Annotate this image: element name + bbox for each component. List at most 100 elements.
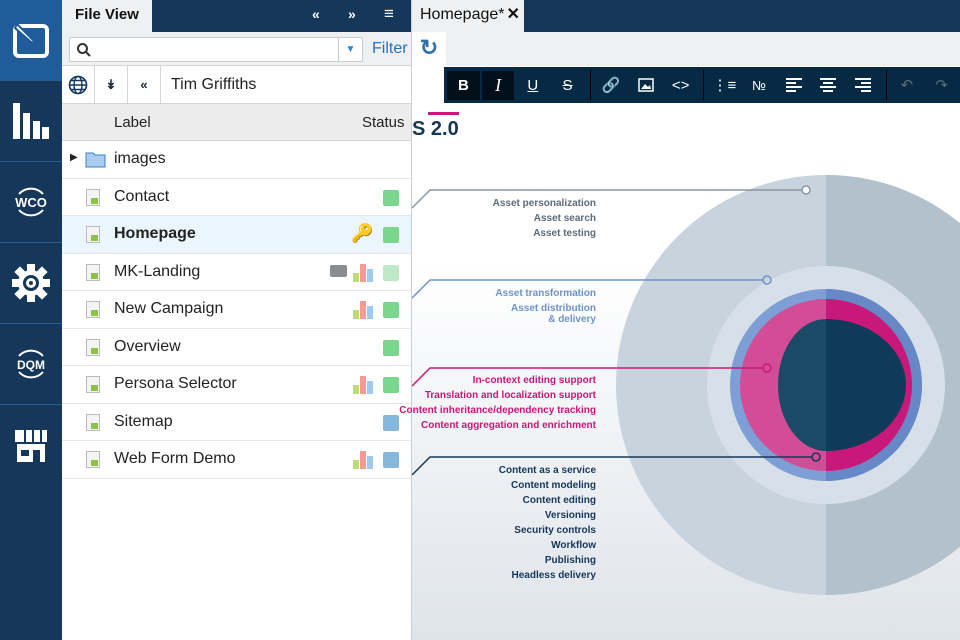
file-label: MK-Landing xyxy=(114,262,201,280)
comment-icon xyxy=(330,264,347,277)
rail-dqm[interactable]: DQM xyxy=(0,324,62,405)
svg-text:WCO: WCO xyxy=(15,195,47,210)
diagram-label: Asset testing xyxy=(533,228,596,239)
status-indicator xyxy=(383,414,399,431)
numbered-list-button[interactable]: № xyxy=(743,71,776,100)
file-label: Contact xyxy=(114,187,170,205)
analytics-icon xyxy=(353,450,373,469)
column-header: Label Status xyxy=(62,104,411,141)
gear-icon xyxy=(12,264,50,302)
diagram-label: Publishing xyxy=(544,555,596,566)
onion-diagram xyxy=(412,175,960,595)
edit-icon xyxy=(13,22,49,58)
rail-settings[interactable] xyxy=(0,243,62,324)
align-center-button[interactable] xyxy=(812,71,845,100)
file-row[interactable]: ▶ images xyxy=(62,141,411,179)
tab-homepage-label: Homepage* xyxy=(420,6,505,23)
file-row[interactable]: Sitemap xyxy=(62,404,411,441)
align-center-icon xyxy=(820,78,837,92)
folder-icon xyxy=(85,152,106,168)
file-row[interactable]: New Campaign xyxy=(62,291,411,329)
reload-button[interactable]: ↻ xyxy=(412,32,446,66)
page-icon xyxy=(86,338,100,356)
expand-arrow-icon[interactable]: ▶ xyxy=(70,152,78,163)
file-list: ▶ images Contact Homepage 🔑 MK-Landing New Cam… xyxy=(62,141,411,479)
file-row[interactable]: Overview xyxy=(62,329,411,366)
code-button[interactable]: <> xyxy=(664,71,697,100)
file-row[interactable]: Contact xyxy=(62,179,411,216)
toolbar-divider xyxy=(703,70,704,100)
diagram-label: Asset personalization xyxy=(492,198,596,209)
diagram-label: Workflow xyxy=(551,540,596,551)
rail-marketplace[interactable] xyxy=(0,405,62,486)
diagram-label: Asset search xyxy=(533,213,596,224)
rail-wco[interactable]: WCO xyxy=(0,162,62,243)
status-indicator xyxy=(383,264,399,281)
analytics-icon xyxy=(353,263,373,282)
diagram-label: Content modeling xyxy=(511,480,596,491)
strikethrough-button[interactable]: S xyxy=(551,71,584,100)
status-indicator xyxy=(383,377,399,393)
file-row[interactable]: Homepage 🔑 xyxy=(62,216,411,254)
wco-icon: WCO xyxy=(15,187,47,217)
editor-tabbar: Homepage* ✕ xyxy=(412,0,960,32)
bold-button[interactable]: B xyxy=(447,70,480,100)
diagram-label: Content aggregation and enrichment xyxy=(420,420,596,431)
file-label: Persona Selector xyxy=(114,375,237,392)
double-chevron-left-icon: « xyxy=(140,77,148,92)
panel-header: File View « » ≡ xyxy=(62,0,411,32)
link-button[interactable]: 🔗 xyxy=(595,71,628,100)
menu-icon[interactable]: ≡ xyxy=(384,4,394,24)
align-right-button[interactable] xyxy=(847,71,880,100)
diagram-label: In-context editing support xyxy=(472,375,596,386)
redo-button[interactable]: ↷ xyxy=(925,71,958,100)
bullet-list-button[interactable]: ⋮≡ xyxy=(708,71,741,100)
file-row[interactable]: MK-Landing xyxy=(62,254,411,291)
diagram-label: Headless delivery xyxy=(511,570,597,581)
diagram-label: Asset transformation xyxy=(495,288,596,299)
page-icon xyxy=(86,413,100,431)
link-icon: 🔗 xyxy=(601,77,621,94)
toolbar-divider xyxy=(885,70,887,100)
dqm-icon: DQM xyxy=(17,349,45,379)
page-icon xyxy=(86,188,100,206)
reload-icon: ↻ xyxy=(419,35,439,60)
filter-link[interactable]: Filter xyxy=(372,40,408,58)
file-label: Homepage xyxy=(114,225,196,242)
rail-analytics[interactable] xyxy=(0,81,62,162)
analytics-icon xyxy=(13,103,49,139)
search-input[interactable]: ▼ xyxy=(69,37,363,62)
expand-right-icon[interactable]: » xyxy=(348,6,356,22)
file-row[interactable]: Persona Selector xyxy=(62,366,411,404)
app-rail: WCO DQM xyxy=(0,0,62,640)
collapse-left-icon[interactable]: « xyxy=(312,6,320,22)
undo-button[interactable]: ↶ xyxy=(891,71,924,100)
diagram-label: Security controls xyxy=(514,525,596,536)
double-chevron-down-icon: ↡ xyxy=(105,76,117,92)
tab-file-view[interactable]: File View xyxy=(62,0,152,32)
expand-all-button[interactable]: ↡ xyxy=(95,66,128,103)
back-button[interactable]: « xyxy=(128,66,161,103)
diagram-label: Content as a service xyxy=(498,465,596,476)
diagram-label: Versioning xyxy=(544,510,596,521)
rail-edit[interactable] xyxy=(0,0,62,81)
image-icon xyxy=(638,78,654,92)
analytics-icon xyxy=(353,375,373,394)
file-row[interactable]: Web Form Demo xyxy=(62,441,411,479)
close-icon[interactable]: ✕ xyxy=(507,6,520,23)
file-label: Overview xyxy=(114,337,181,355)
search-dropdown-button[interactable]: ▼ xyxy=(338,38,362,61)
status-indicator xyxy=(383,189,399,206)
redo-icon: ↷ xyxy=(935,77,948,94)
diagram-label: Content editing xyxy=(522,495,596,506)
column-status[interactable]: Status xyxy=(362,114,405,131)
column-label[interactable]: Label xyxy=(114,114,151,131)
underline-button[interactable]: U xyxy=(516,71,549,100)
tab-homepage[interactable]: Homepage* ✕ xyxy=(412,0,524,32)
svg-text:DQM: DQM xyxy=(17,358,45,372)
image-button[interactable] xyxy=(630,71,663,100)
status-indicator xyxy=(383,302,399,318)
globe-button[interactable] xyxy=(62,66,95,103)
align-left-button[interactable] xyxy=(777,71,810,100)
italic-button[interactable]: I xyxy=(481,70,515,100)
